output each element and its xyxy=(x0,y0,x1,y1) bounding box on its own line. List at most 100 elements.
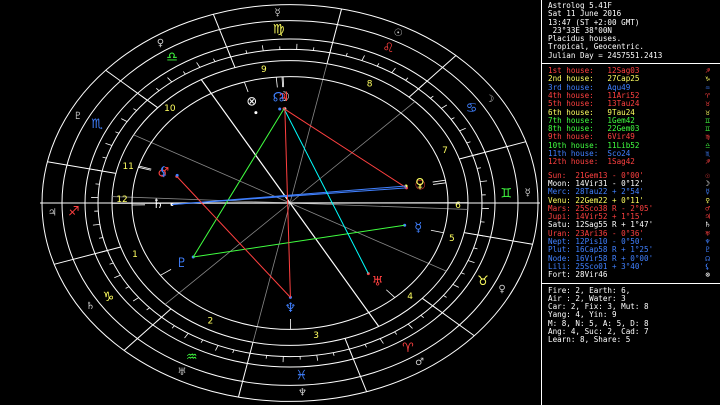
zodiac-sign-icon: ♊ xyxy=(500,186,512,201)
julian-day: Julian Day = 2457551.2413 xyxy=(548,50,663,60)
degree-tick xyxy=(405,77,409,81)
house-cusp-line xyxy=(289,202,380,327)
sign-boundary xyxy=(47,161,116,174)
sign-boundary xyxy=(408,55,457,98)
planet-tick xyxy=(275,77,278,88)
degree-tick xyxy=(105,142,113,146)
degree-tick xyxy=(100,250,108,253)
degree-tick xyxy=(348,348,352,355)
planet-glyph-icon: ♆ xyxy=(285,301,297,316)
degree-tick xyxy=(261,45,264,51)
degree-tick xyxy=(332,352,335,356)
degree-tick xyxy=(452,284,459,288)
stat-line: Learn: 8, Share: 5 xyxy=(548,335,631,345)
degree-tick xyxy=(182,71,186,75)
planet-dot xyxy=(254,111,258,115)
house-number: 9 xyxy=(261,65,267,75)
house-number: 3 xyxy=(313,331,319,341)
degree-tick xyxy=(407,323,413,329)
house-number: 7 xyxy=(442,146,448,156)
planet-row: Fort: 28Vir46 ⊗ xyxy=(548,270,720,280)
ruler-icon: ♅ xyxy=(177,367,186,378)
planet-glyph-icon: ♅ xyxy=(372,274,384,289)
sign-icon: ♐ xyxy=(705,157,710,167)
house-number: 4 xyxy=(407,292,413,302)
planet-glyph-icon: ⊗ xyxy=(246,94,257,109)
planet-glyph-icon: ♀ xyxy=(415,176,425,191)
planet-glyph-icon: ☊ xyxy=(273,90,285,105)
house-number: 12 xyxy=(116,195,127,205)
ruler-icon: ♀ xyxy=(157,38,164,49)
planet-glyph-icon: ♄ xyxy=(152,197,164,212)
sign-boundary xyxy=(421,297,475,337)
house-number: 5 xyxy=(449,234,455,244)
degree-tick xyxy=(98,237,103,239)
planet-dot xyxy=(278,107,282,111)
house-cusp-line xyxy=(289,202,447,272)
degree-tick xyxy=(114,274,121,279)
planet-text: Fort: 28Vir46 xyxy=(548,270,613,280)
degree-tick xyxy=(213,58,216,62)
house-number: 2 xyxy=(207,316,213,326)
degree-tick xyxy=(376,63,380,67)
degree-tick xyxy=(432,305,439,310)
ruler-icon: ♇ xyxy=(73,111,82,122)
zodiac-sign-icon: ♎ xyxy=(166,50,178,65)
house-cusp-line xyxy=(289,202,468,210)
planet-icon: ⊗ xyxy=(705,270,710,280)
degree-tick xyxy=(480,180,488,183)
house-number: 10 xyxy=(164,104,176,114)
degree-tick xyxy=(345,52,348,57)
house-cusp-row: 12th house: 1Sag42 ♐ xyxy=(548,157,720,167)
planet-tick xyxy=(160,269,172,276)
divider xyxy=(542,282,720,284)
degree-tick xyxy=(473,247,478,250)
ruler-icon: ♄ xyxy=(86,301,95,312)
degree-tick xyxy=(466,141,471,144)
aspect-line xyxy=(193,224,405,258)
degree-tick xyxy=(467,260,475,264)
chart-wheel: ♈♂♉♀♊ ☿♋☽♌☉♍☿♎♀♏♇♐♃♑♄♒♅ ♓♆123456789101112☉… xyxy=(40,4,540,402)
degree-tick xyxy=(141,96,148,101)
degree-tick xyxy=(394,331,398,335)
zodiac-sign-icon: ♋ xyxy=(466,101,478,116)
degree-tick xyxy=(472,153,480,156)
zodiac-sign-icon: ♒ xyxy=(186,350,198,365)
degree-tick xyxy=(102,156,107,159)
sign-boundary xyxy=(237,342,254,398)
house-cusp-line xyxy=(289,101,416,204)
ruler-icon: ☿ xyxy=(525,188,531,199)
planet-tick xyxy=(432,179,446,183)
sign-boundary xyxy=(344,338,368,392)
degree-tick xyxy=(146,307,150,311)
degree-tick xyxy=(430,95,434,99)
sign-boundary xyxy=(459,141,526,160)
degree-tick xyxy=(316,355,319,361)
degree-tick xyxy=(477,167,482,169)
ruler-icon: ☽ xyxy=(485,94,494,105)
degree-tick xyxy=(391,67,396,73)
sign-boundary xyxy=(464,232,533,245)
degree-tick xyxy=(364,344,367,348)
degree-tick xyxy=(228,51,232,58)
ruler-icon: ♃ xyxy=(48,207,57,218)
planet-tick xyxy=(281,76,284,88)
degree-tick xyxy=(115,131,120,134)
ruler-icon: ☿ xyxy=(274,7,280,18)
house-number: 11 xyxy=(122,162,133,172)
degree-tick xyxy=(245,50,248,54)
zodiac-sign-icon: ♉ xyxy=(477,274,489,289)
degree-tick xyxy=(450,117,455,120)
planet-tick xyxy=(282,76,285,88)
degree-tick xyxy=(171,325,175,329)
planet-glyph-icon: ⚸ xyxy=(159,165,169,180)
planet-tick xyxy=(433,182,447,185)
degree-tick xyxy=(133,108,137,111)
zodiac-sign-icon: ♌ xyxy=(382,41,394,56)
degree-tick xyxy=(196,62,201,68)
planet-tick xyxy=(386,289,396,298)
info-panel: Astrolog 5.41F Sat 11 June 2016 13:47 (S… xyxy=(541,0,720,405)
zodiac-sign-icon: ♈ xyxy=(402,341,414,356)
aspect-line xyxy=(283,108,407,189)
ruler-icon: ☉ xyxy=(394,28,403,39)
